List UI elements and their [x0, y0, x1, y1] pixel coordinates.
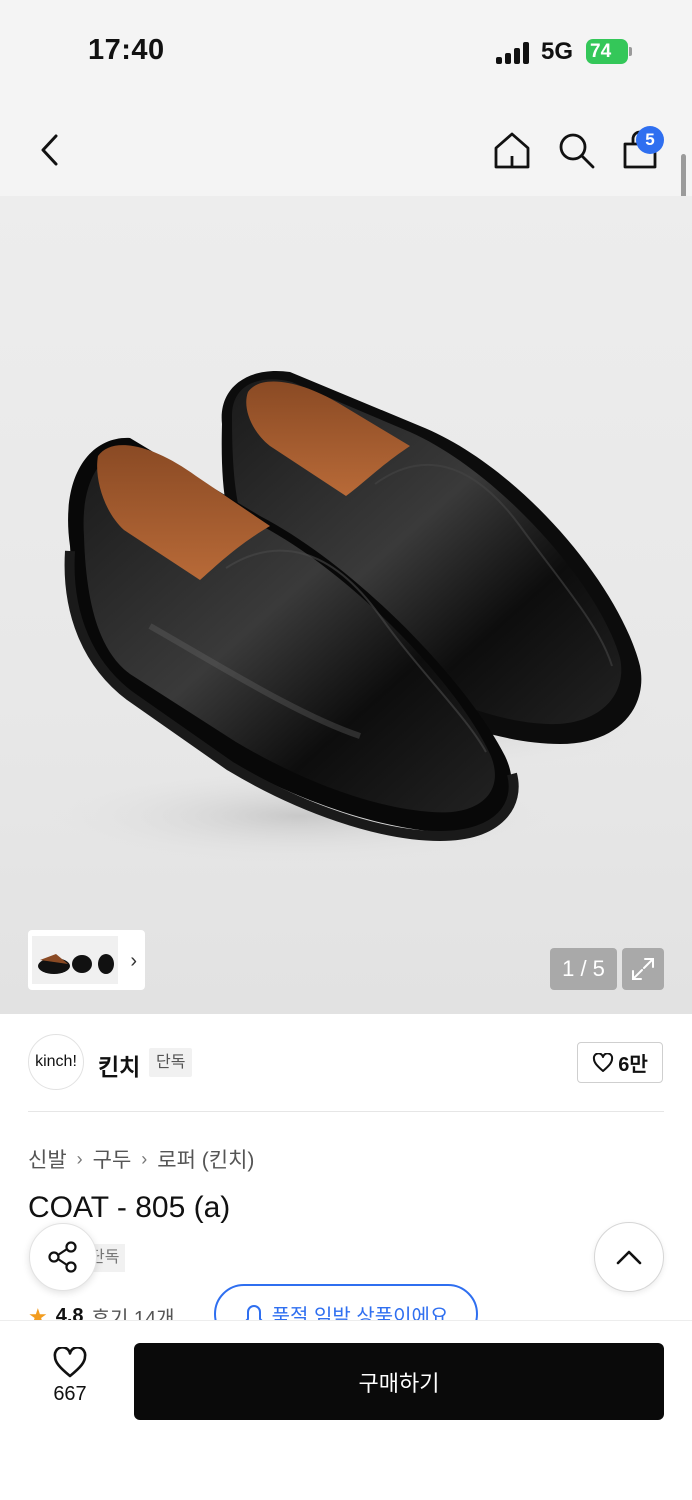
- wishlist-button[interactable]: 667: [40, 1347, 100, 1417]
- heart-icon: [593, 1052, 614, 1072]
- chevron-right-icon: ›: [76, 1148, 83, 1169]
- share-icon: [48, 1241, 77, 1273]
- thumbnail-strip[interactable]: ›: [28, 930, 145, 990]
- chevron-right-icon: ›: [130, 950, 137, 972]
- home-button[interactable]: [490, 126, 534, 174]
- brand-like-count: 6만: [618, 1054, 648, 1076]
- search-button[interactable]: [554, 126, 598, 174]
- buy-button[interactable]: 구매하기: [134, 1343, 664, 1420]
- signal-icon: [496, 42, 532, 64]
- chevron-up-icon: [616, 1250, 642, 1265]
- brand-row[interactable]: kinch! 킨치 단독 6만: [0, 1014, 692, 1112]
- brand-like-button[interactable]: 6만: [577, 1042, 663, 1083]
- bottom-action-bar: 667 구매하기: [0, 1320, 692, 1500]
- breadcrumb-item[interactable]: 로퍼 (킨치): [157, 1144, 254, 1174]
- share-button[interactable]: [29, 1223, 97, 1291]
- divider: [28, 1111, 664, 1112]
- chevron-left-icon: [41, 134, 58, 166]
- status-time: 17:40: [88, 34, 165, 66]
- nav-bar: [0, 100, 692, 196]
- thumbnail-image: [32, 936, 118, 984]
- breadcrumb-item[interactable]: 신발: [28, 1144, 67, 1174]
- breadcrumb-item[interactable]: 구두: [93, 1144, 132, 1174]
- expand-icon: [632, 958, 654, 980]
- home-icon: [494, 132, 530, 169]
- battery-level: 74: [590, 41, 612, 62]
- image-page-counter: 1 / 5: [550, 948, 617, 990]
- network-label: 5G: [541, 38, 574, 65]
- wishlist-count: 667: [53, 1383, 87, 1405]
- product-image: [40, 370, 660, 866]
- brand-name[interactable]: 킨치: [98, 1048, 140, 1082]
- product-title: COAT - 805 (a): [28, 1191, 231, 1224]
- breadcrumb: 신발 › 구두 › 로퍼 (킨치): [28, 1144, 254, 1174]
- chevron-right-icon: ›: [141, 1148, 148, 1169]
- expand-button[interactable]: [622, 948, 664, 990]
- heart-icon: [53, 1347, 87, 1378]
- battery-icon: 74: [586, 39, 632, 64]
- status-bar: 17:40 5G 74: [0, 0, 692, 100]
- scroll-top-button[interactable]: [594, 1222, 664, 1292]
- search-icon: [559, 133, 595, 169]
- cart-count-badge: 5: [636, 126, 664, 154]
- back-button[interactable]: [28, 126, 72, 174]
- product-image-gallery[interactable]: › 1 / 5: [0, 196, 692, 1014]
- exclusive-tag: 단독: [149, 1048, 193, 1077]
- brand-logo[interactable]: kinch!: [28, 1034, 84, 1090]
